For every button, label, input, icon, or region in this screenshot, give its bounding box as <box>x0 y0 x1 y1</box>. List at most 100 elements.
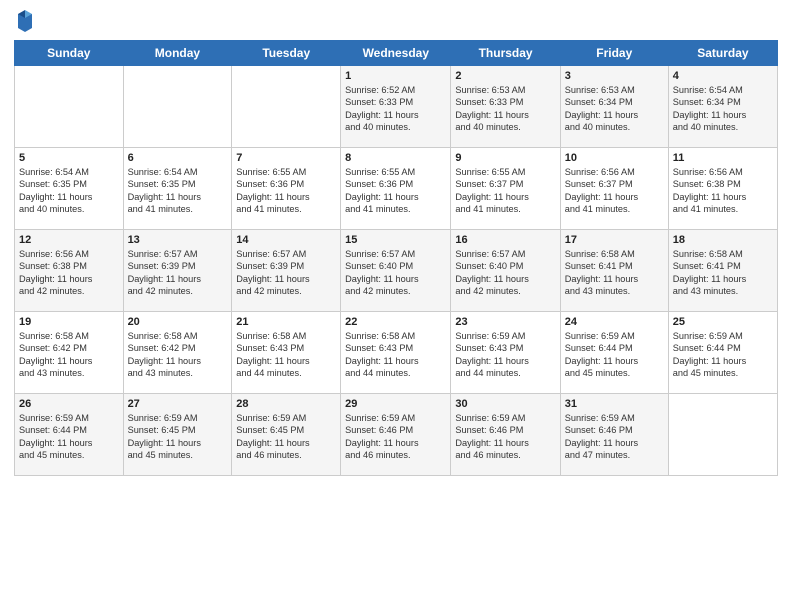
page: SundayMondayTuesdayWednesdayThursdayFrid… <box>0 0 792 612</box>
day-info: Sunrise: 6:53 AM Sunset: 6:33 PM Dayligh… <box>455 84 555 134</box>
day-info: Sunrise: 6:57 AM Sunset: 6:40 PM Dayligh… <box>345 248 446 298</box>
day-number: 13 <box>128 234 228 246</box>
calendar-cell: 31Sunrise: 6:59 AM Sunset: 6:46 PM Dayli… <box>560 394 668 476</box>
day-info: Sunrise: 6:52 AM Sunset: 6:33 PM Dayligh… <box>345 84 446 134</box>
day-info: Sunrise: 6:59 AM Sunset: 6:46 PM Dayligh… <box>565 412 664 462</box>
day-info: Sunrise: 6:55 AM Sunset: 6:36 PM Dayligh… <box>345 166 446 216</box>
day-info: Sunrise: 6:57 AM Sunset: 6:40 PM Dayligh… <box>455 248 555 298</box>
logo-icon <box>16 10 34 32</box>
calendar-cell: 2Sunrise: 6:53 AM Sunset: 6:33 PM Daylig… <box>451 66 560 148</box>
calendar-cell: 23 Sunrise: 6:59 AM Sunset: 6:43 PM Dayli… <box>451 312 560 394</box>
calendar-cell: 12 Sunrise: 6:56 AM Sunset: 6:38 PM Dayli… <box>15 230 124 312</box>
day-number: 25 <box>673 316 773 328</box>
day-number: 12 <box>19 234 119 246</box>
day-number: 20 <box>128 316 228 328</box>
calendar-cell: 10 Sunrise: 6:56 AM Sunset: 6:37 PM Dayli… <box>560 148 668 230</box>
calendar-cell: 30 Sunrise: 6:59 AM Sunset: 6:46 PM Dayli… <box>451 394 560 476</box>
day-number: 11 <box>673 152 773 164</box>
weekday-header-cell: Friday <box>560 41 668 66</box>
calendar-cell: 11 Sunrise: 6:56 AM Sunset: 6:38 PM Dayli… <box>668 148 777 230</box>
day-info: Sunrise: 6:55 AM Sunset: 6:36 PM Dayligh… <box>236 166 336 216</box>
calendar-cell <box>15 66 124 148</box>
day-info: Sunrise: 6:59 AM Sunset: 6:45 PM Dayligh… <box>236 412 336 462</box>
calendar-cell: 29Sunrise: 6:59 AM Sunset: 6:46 PM Dayli… <box>341 394 451 476</box>
weekday-header-row: SundayMondayTuesdayWednesdayThursdayFrid… <box>15 41 778 66</box>
weekday-header-cell: Saturday <box>668 41 777 66</box>
day-number: 3 <box>565 70 664 82</box>
day-number: 30 <box>455 398 555 410</box>
day-info: Sunrise: 6:58 AM Sunset: 6:43 PM Dayligh… <box>236 330 336 380</box>
day-info: Sunrise: 6:59 AM Sunset: 6:44 PM Dayligh… <box>19 412 119 462</box>
day-info: Sunrise: 6:58 AM Sunset: 6:43 PM Dayligh… <box>345 330 446 380</box>
day-info: Sunrise: 6:53 AM Sunset: 6:34 PM Dayligh… <box>565 84 664 134</box>
day-info: Sunrise: 6:57 AM Sunset: 6:39 PM Dayligh… <box>128 248 228 298</box>
day-number: 23 <box>455 316 555 328</box>
day-number: 7 <box>236 152 336 164</box>
day-number: 28 <box>236 398 336 410</box>
calendar-cell: 1 Sunrise: 6:52 AM Sunset: 6:33 PM Daylig… <box>341 66 451 148</box>
calendar-cell: 24Sunrise: 6:59 AM Sunset: 6:44 PM Dayli… <box>560 312 668 394</box>
day-number: 14 <box>236 234 336 246</box>
day-number: 27 <box>128 398 228 410</box>
day-info: Sunrise: 6:58 AM Sunset: 6:41 PM Dayligh… <box>673 248 773 298</box>
calendar-cell: 8Sunrise: 6:55 AM Sunset: 6:36 PM Daylig… <box>341 148 451 230</box>
day-info: Sunrise: 6:55 AM Sunset: 6:37 PM Dayligh… <box>455 166 555 216</box>
calendar-cell: 7 Sunrise: 6:55 AM Sunset: 6:36 PM Daylig… <box>232 148 341 230</box>
calendar-cell: 22 Sunrise: 6:58 AM Sunset: 6:43 PM Dayli… <box>341 312 451 394</box>
day-number: 22 <box>345 316 446 328</box>
day-number: 4 <box>673 70 773 82</box>
day-number: 6 <box>128 152 228 164</box>
day-number: 5 <box>19 152 119 164</box>
day-info: Sunrise: 6:58 AM Sunset: 6:41 PM Dayligh… <box>565 248 664 298</box>
calendar-cell: 3 Sunrise: 6:53 AM Sunset: 6:34 PM Daylig… <box>560 66 668 148</box>
calendar-week-row: 26 Sunrise: 6:59 AM Sunset: 6:44 PM Dayli… <box>15 394 778 476</box>
weekday-header-cell: Sunday <box>15 41 124 66</box>
calendar-table: SundayMondayTuesdayWednesdayThursdayFrid… <box>14 40 778 476</box>
calendar-cell: 18 Sunrise: 6:58 AM Sunset: 6:41 PM Dayli… <box>668 230 777 312</box>
day-info: Sunrise: 6:54 AM Sunset: 6:35 PM Dayligh… <box>128 166 228 216</box>
calendar-body: 1 Sunrise: 6:52 AM Sunset: 6:33 PM Daylig… <box>15 66 778 476</box>
day-info: Sunrise: 6:57 AM Sunset: 6:39 PM Dayligh… <box>236 248 336 298</box>
day-info: Sunrise: 6:59 AM Sunset: 6:43 PM Dayligh… <box>455 330 555 380</box>
day-info: Sunrise: 6:54 AM Sunset: 6:35 PM Dayligh… <box>19 166 119 216</box>
day-info: Sunrise: 6:56 AM Sunset: 6:38 PM Dayligh… <box>673 166 773 216</box>
day-number: 26 <box>19 398 119 410</box>
weekday-header-cell: Thursday <box>451 41 560 66</box>
day-info: Sunrise: 6:56 AM Sunset: 6:37 PM Dayligh… <box>565 166 664 216</box>
day-number: 15 <box>345 234 446 246</box>
day-number: 1 <box>345 70 446 82</box>
day-number: 29 <box>345 398 446 410</box>
calendar-week-row: 1 Sunrise: 6:52 AM Sunset: 6:33 PM Daylig… <box>15 66 778 148</box>
day-number: 19 <box>19 316 119 328</box>
calendar-cell: 9Sunrise: 6:55 AM Sunset: 6:37 PM Daylig… <box>451 148 560 230</box>
logo <box>14 10 34 32</box>
calendar-cell: 5 Sunrise: 6:54 AM Sunset: 6:35 PM Daylig… <box>15 148 124 230</box>
calendar-cell <box>123 66 232 148</box>
calendar-cell: 15 Sunrise: 6:57 AM Sunset: 6:40 PM Dayli… <box>341 230 451 312</box>
calendar-week-row: 5 Sunrise: 6:54 AM Sunset: 6:35 PM Daylig… <box>15 148 778 230</box>
day-info: Sunrise: 6:59 AM Sunset: 6:44 PM Dayligh… <box>565 330 664 380</box>
day-info: Sunrise: 6:59 AM Sunset: 6:46 PM Dayligh… <box>455 412 555 462</box>
calendar-cell: 19Sunrise: 6:58 AM Sunset: 6:42 PM Dayli… <box>15 312 124 394</box>
day-info: Sunrise: 6:56 AM Sunset: 6:38 PM Dayligh… <box>19 248 119 298</box>
calendar-cell: 21Sunrise: 6:58 AM Sunset: 6:43 PM Dayli… <box>232 312 341 394</box>
header <box>14 10 778 32</box>
calendar-week-row: 12 Sunrise: 6:56 AM Sunset: 6:38 PM Dayli… <box>15 230 778 312</box>
day-info: Sunrise: 6:58 AM Sunset: 6:42 PM Dayligh… <box>128 330 228 380</box>
day-number: 17 <box>565 234 664 246</box>
calendar-cell: 14 Sunrise: 6:57 AM Sunset: 6:39 PM Dayli… <box>232 230 341 312</box>
calendar-cell: 17 Sunrise: 6:58 AM Sunset: 6:41 PM Dayli… <box>560 230 668 312</box>
weekday-header-cell: Tuesday <box>232 41 341 66</box>
day-info: Sunrise: 6:59 AM Sunset: 6:44 PM Dayligh… <box>673 330 773 380</box>
calendar-cell: 20 Sunrise: 6:58 AM Sunset: 6:42 PM Dayli… <box>123 312 232 394</box>
calendar-week-row: 19 Sunrise: 6:58 AM Sunset: 6:42 PM Dayli… <box>15 312 778 394</box>
day-number: 18 <box>673 234 773 246</box>
calendar-cell: 16 Sunrise: 6:57 AM Sunset: 6:40 PM Dayli… <box>451 230 560 312</box>
weekday-header-cell: Monday <box>123 41 232 66</box>
calendar-cell: 26 Sunrise: 6:59 AM Sunset: 6:44 PM Dayli… <box>15 394 124 476</box>
day-number: 10 <box>565 152 664 164</box>
calendar-cell: 6 Sunrise: 6:54 AM Sunset: 6:35 PM Daylig… <box>123 148 232 230</box>
calendar-cell: 4Sunrise: 6:54 AM Sunset: 6:34 PM Daylig… <box>668 66 777 148</box>
calendar-cell: 13 Sunrise: 6:57 AM Sunset: 6:39 PM Dayli… <box>123 230 232 312</box>
day-number: 16 <box>455 234 555 246</box>
